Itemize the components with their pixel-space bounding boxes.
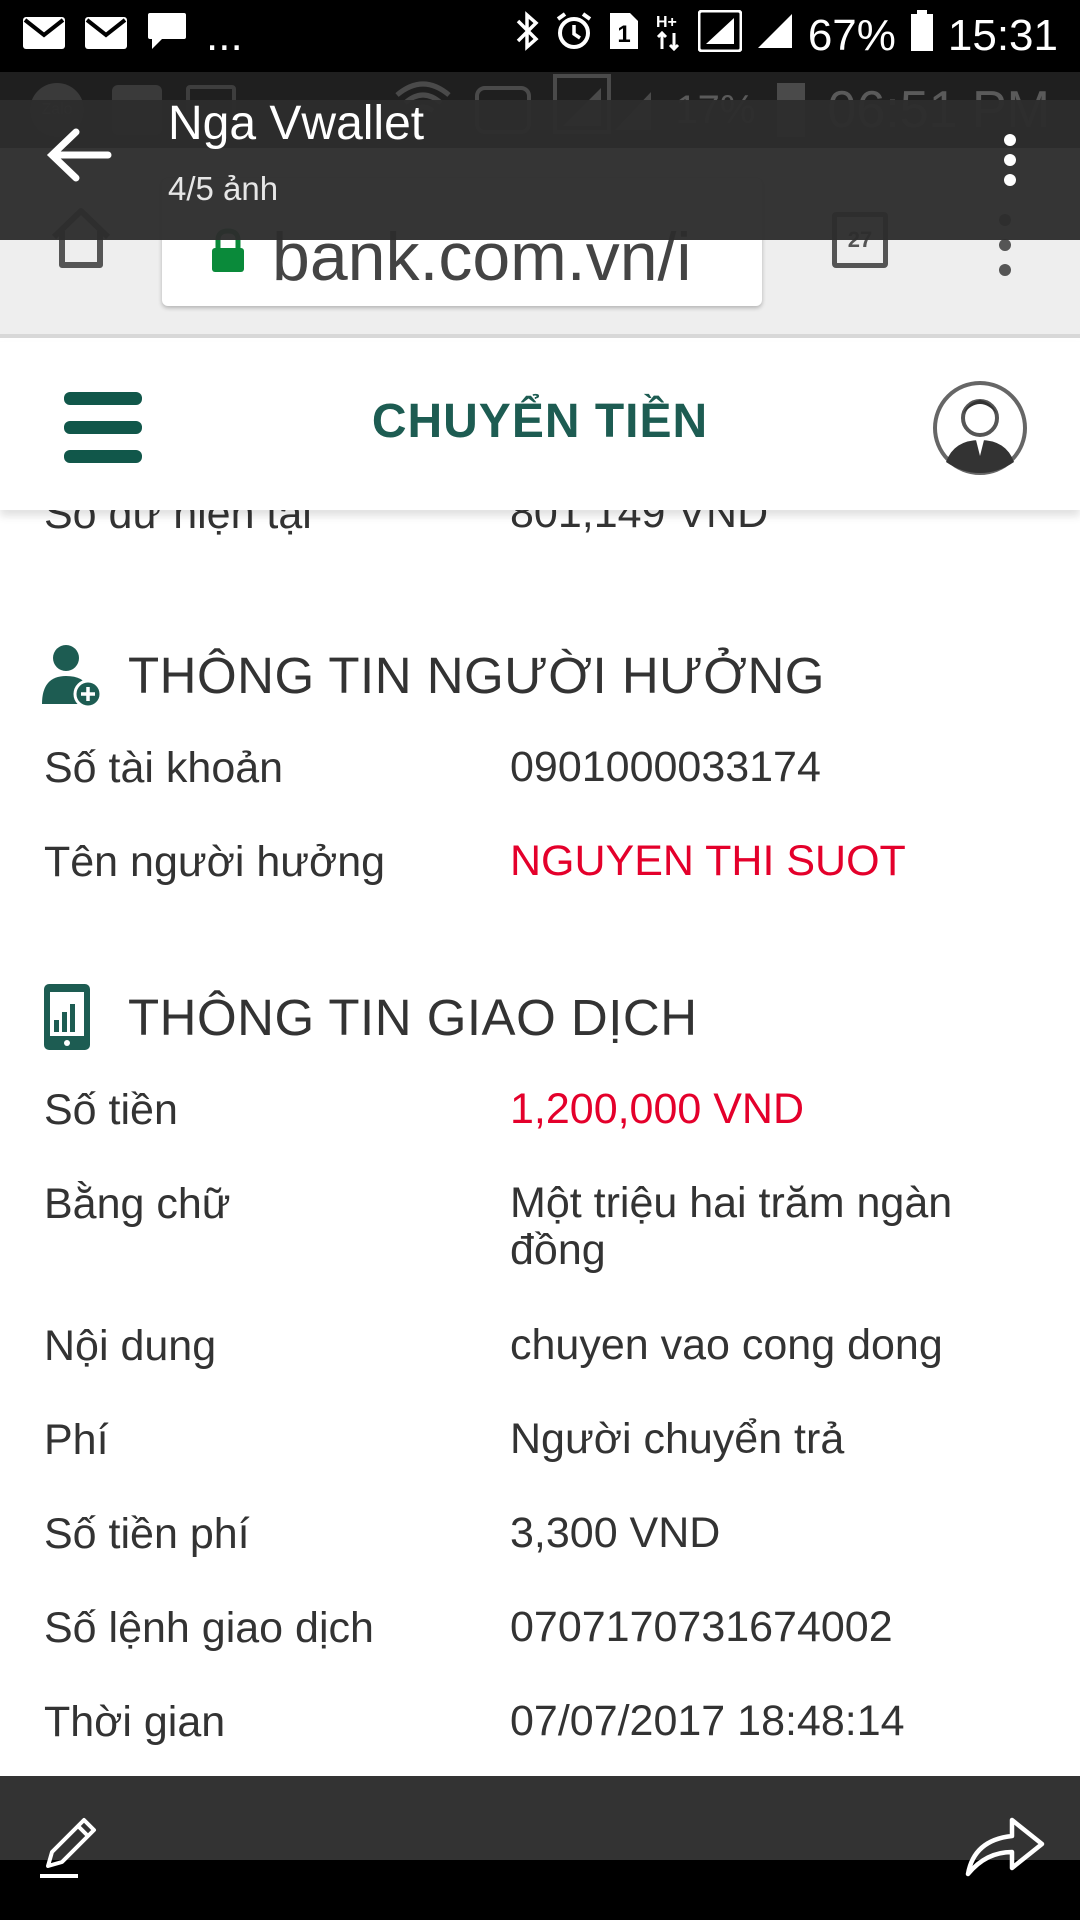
- fee-amount-label: Số tiền phí: [44, 1510, 250, 1558]
- account-value: 0901000033174: [510, 743, 821, 791]
- viewer-bottom-strip: [0, 1860, 1080, 1920]
- bluetooth-icon: [514, 10, 540, 62]
- more-notifications: ...: [206, 11, 243, 60]
- svg-text:H+: H+: [656, 14, 677, 31]
- amount-words-value: Một triệu hai trăm ngàn đồng: [510, 1179, 953, 1275]
- sim-1-icon: 1: [608, 11, 640, 62]
- page-title: CHUYỂN TIỀN: [371, 395, 709, 448]
- app-header: CHUYỂN TIỀN: [0, 342, 1080, 510]
- beneficiary-name-label: Tên người hưởng: [44, 838, 386, 886]
- share-forward-icon[interactable]: [964, 1812, 1046, 1882]
- status-bar: ... 1 H+ 67% 15:31: [0, 0, 1080, 72]
- svg-text:1: 1: [617, 21, 630, 48]
- back-arrow-icon[interactable]: [44, 120, 114, 190]
- battery-percent: 67%: [807, 11, 896, 60]
- amount-label: Số tiền: [44, 1086, 178, 1134]
- viewer-title: Nga Vwallet: [168, 97, 425, 150]
- amount-words-label: Bằng chữ: [44, 1180, 231, 1228]
- signal-sim1-icon: [697, 9, 743, 63]
- viewer-header: [0, 148, 1080, 240]
- beneficiary-name-value: NGUYEN THI SUOT: [510, 837, 906, 885]
- beneficiary-section-title: THÔNG TIN NGƯỜI HƯỞNG: [128, 647, 825, 704]
- data-hplus-icon: H+: [654, 11, 684, 62]
- fee-label: Phí: [44, 1416, 109, 1464]
- alarm-icon: [554, 11, 594, 62]
- viewer-subtitle: 4/5 ảnh: [168, 170, 279, 207]
- amount-value: 1,200,000 VND: [510, 1085, 805, 1133]
- transaction-section-title: THÔNG TIN GIAO DỊCH: [128, 989, 698, 1046]
- beneficiary-icon: [40, 642, 104, 717]
- fee-value: Người chuyển trả: [510, 1415, 845, 1463]
- clock: 15:31: [947, 11, 1058, 60]
- edit-pencil-icon[interactable]: [38, 1812, 102, 1880]
- user-avatar-icon[interactable]: [932, 380, 1028, 476]
- signal-sim2-icon: [756, 11, 794, 61]
- content-label: Nội dung: [44, 1322, 217, 1370]
- transfer-details: Số dư hiện tại 801,149 VND THÔNG TIN NGƯ…: [0, 500, 1080, 1776]
- mail-icon: [84, 11, 128, 61]
- transaction-icon: [40, 982, 96, 1057]
- content-value: chuyen vao cong dong: [510, 1321, 943, 1369]
- gmail-icon: [22, 11, 66, 61]
- viewer-header-backdrop: [0, 100, 1080, 148]
- time-label: Thời gian: [44, 1698, 226, 1746]
- message-icon: [146, 11, 188, 62]
- fee-amount-value: 3,300 VND: [510, 1509, 721, 1557]
- order-number-value: 0707170731674002: [510, 1603, 893, 1651]
- order-number-label: Số lệnh giao dịch: [44, 1604, 374, 1652]
- viewer-menu-icon[interactable]: [990, 130, 1030, 190]
- time-value: 07/07/2017 18:48:14: [510, 1697, 905, 1745]
- battery-icon: [910, 9, 934, 63]
- account-label: Số tài khoản: [44, 744, 284, 792]
